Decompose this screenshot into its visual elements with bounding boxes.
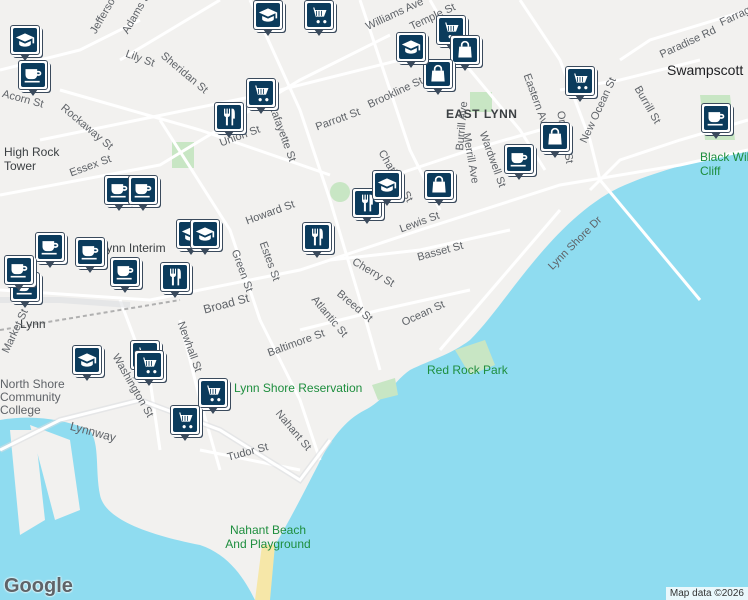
high-rock-tower-label[interactable]: High Rock Tower — [4, 145, 74, 173]
grocery-marker[interactable] — [304, 0, 334, 36]
cafe-marker[interactable] — [128, 175, 158, 211]
shopping-marker[interactable] — [540, 122, 570, 158]
lynn-shore-reservation-label[interactable]: Lynn Shore Reservation — [234, 382, 362, 394]
school-icon — [375, 173, 399, 197]
coffee-icon — [131, 178, 155, 202]
school-icon — [13, 28, 37, 52]
coffee-icon — [507, 147, 531, 171]
school-marker[interactable] — [10, 25, 40, 61]
school-icon — [193, 222, 217, 246]
restaurant-icon — [305, 225, 329, 249]
shopping-marker[interactable] — [424, 170, 454, 206]
cart-icon — [137, 353, 161, 377]
cart-icon — [307, 3, 331, 27]
school-marker[interactable] — [372, 170, 402, 206]
restaurant-icon — [163, 265, 187, 289]
coffee-icon — [21, 63, 45, 87]
coffee-icon — [113, 260, 137, 284]
coffee-icon — [704, 106, 728, 130]
school-icon — [75, 348, 99, 372]
cafe-marker[interactable] — [4, 255, 34, 291]
restaurant-marker[interactable] — [214, 102, 244, 138]
google-logo: Google — [4, 575, 73, 597]
school-marker[interactable] — [190, 219, 220, 255]
cart-icon — [249, 81, 273, 105]
school-marker[interactable] — [72, 345, 102, 381]
swampscott-label: Swampscott — [667, 62, 744, 78]
bag-icon — [543, 125, 567, 149]
north-shore-cc-label[interactable]: North Shore Community College — [0, 378, 90, 417]
restaurant-marker[interactable] — [302, 222, 332, 258]
cart-icon — [173, 408, 197, 432]
shopping-marker[interactable] — [450, 35, 480, 71]
bag-icon — [427, 173, 451, 197]
school-icon — [256, 3, 280, 27]
school-icon — [399, 35, 423, 59]
cafe-marker[interactable] — [504, 144, 534, 180]
grocery-marker[interactable] — [198, 378, 228, 414]
cafe-marker[interactable] — [35, 232, 65, 268]
coffee-icon — [78, 240, 102, 264]
map-canvas[interactable]: EAST LYNN Swampscott High Rock Tower Bla… — [0, 0, 748, 600]
school-marker[interactable] — [396, 32, 426, 68]
cafe-marker[interactable] — [75, 237, 105, 273]
grocery-marker[interactable] — [134, 350, 164, 386]
grocery-marker[interactable] — [170, 405, 200, 441]
cart-icon — [568, 69, 592, 93]
cafe-marker[interactable] — [18, 60, 48, 96]
coffee-icon — [7, 258, 31, 282]
cafe-marker[interactable] — [110, 257, 140, 293]
red-rock-park-label[interactable]: Red Rock Park — [427, 364, 508, 376]
school-marker[interactable] — [253, 0, 283, 36]
restaurant-icon — [217, 105, 241, 129]
black-will-cliff-label[interactable]: Black Wills Cliff — [700, 150, 748, 178]
bag-icon — [426, 62, 450, 86]
cart-icon — [201, 381, 225, 405]
shopping-marker[interactable] — [423, 59, 453, 95]
nahant-beach-label[interactable]: Nahant Beach And Playground — [218, 523, 318, 551]
cafe-marker[interactable] — [701, 103, 731, 139]
grocery-marker[interactable] — [565, 66, 595, 102]
coffee-icon — [38, 235, 62, 259]
bag-icon — [453, 38, 477, 62]
map-attribution[interactable]: Map data ©2026 — [665, 587, 748, 600]
lynn-interim-label[interactable]: Lynn Interim — [100, 242, 166, 254]
grocery-marker[interactable] — [246, 78, 276, 114]
park-area — [330, 182, 350, 202]
restaurant-marker[interactable] — [160, 262, 190, 298]
